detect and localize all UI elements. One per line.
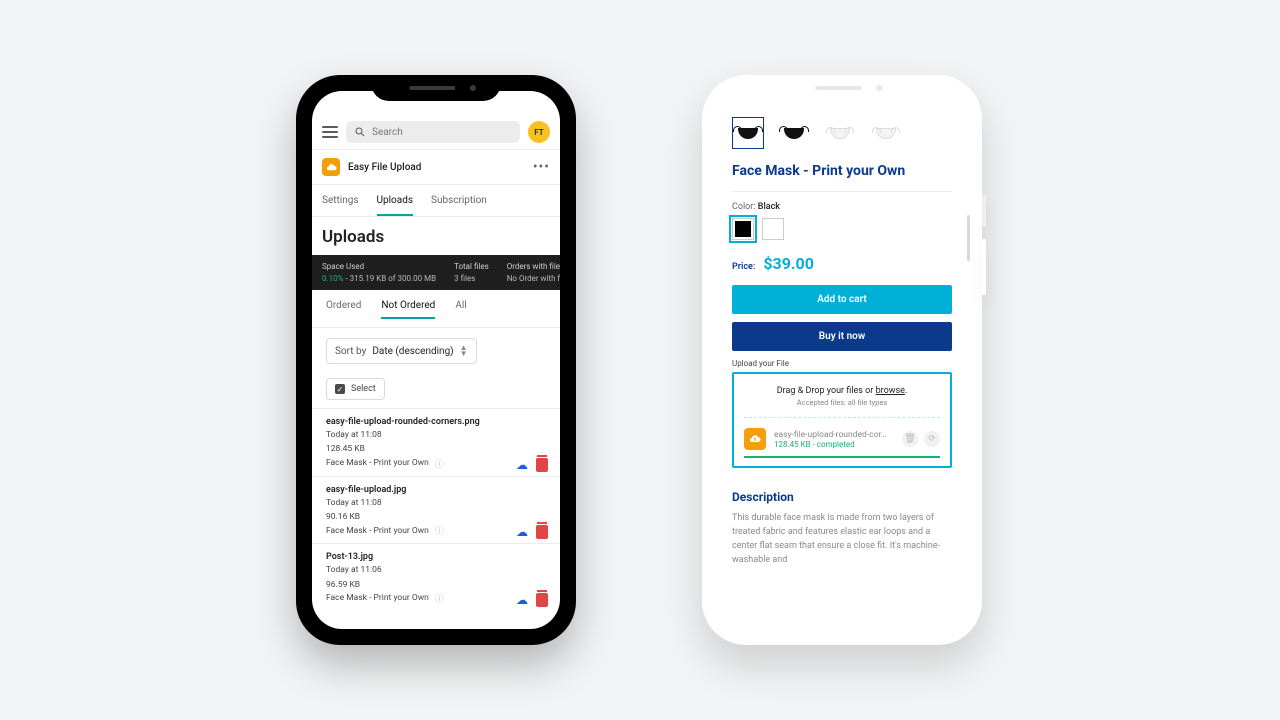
file-row[interactable]: Post-13.jpg Today at 11:06 96.59 KB Face… bbox=[312, 543, 560, 611]
file-name: easy-file-upload.jpg bbox=[326, 485, 546, 495]
swatch-black[interactable] bbox=[732, 218, 754, 240]
stats-bar: Space Used 0.10% - 315.19 KB of 300.00 M… bbox=[312, 255, 560, 290]
divider bbox=[732, 191, 952, 192]
tab-uploads[interactable]: Uploads bbox=[377, 185, 413, 216]
color-label-row: Color: Black bbox=[732, 202, 952, 212]
uploaded-file-name: easy-file-upload-rounded-cor… bbox=[774, 430, 894, 440]
info-icon[interactable]: ⓘ bbox=[435, 592, 444, 605]
tab-subscription[interactable]: Subscription bbox=[431, 185, 487, 216]
product-page: Face Mask - Print your Own Color: Black … bbox=[714, 87, 970, 633]
description-body: This durable face mask is made from two … bbox=[732, 512, 952, 568]
checkbox-icon: ✓ bbox=[335, 384, 345, 394]
cloud-upload-icon bbox=[744, 428, 766, 450]
dropzone-text: Drag & Drop your files or browse. bbox=[744, 384, 940, 396]
primary-tabs: Settings Uploads Subscription bbox=[312, 185, 560, 217]
filter-not-ordered[interactable]: Not Ordered bbox=[381, 300, 435, 319]
orders-with-files-label: Orders with files bbox=[507, 262, 560, 271]
color-value: Black bbox=[758, 202, 780, 212]
file-name: Post-13.jpg bbox=[326, 552, 546, 562]
price-row: Price: $39.00 bbox=[732, 254, 952, 273]
total-files-label: Total files bbox=[454, 262, 489, 271]
description-heading: Description bbox=[732, 490, 952, 504]
file-uploader[interactable]: Drag & Drop your files or browse. Accept… bbox=[732, 372, 952, 468]
thumbnail-1[interactable] bbox=[732, 117, 764, 149]
download-icon[interactable]: ☁ bbox=[516, 458, 528, 472]
filter-ordered[interactable]: Ordered bbox=[326, 300, 361, 319]
remove-file-icon[interactable]: 🗑 bbox=[902, 431, 918, 447]
sort-icon: ▲▼ bbox=[460, 345, 468, 357]
search-icon bbox=[354, 126, 366, 138]
admin-phone: Search FT Easy File Upload ••• Settings … bbox=[296, 75, 576, 645]
delete-icon[interactable] bbox=[536, 593, 548, 607]
file-date: Today at 11:08 bbox=[326, 497, 546, 509]
select-button[interactable]: ✓ Select bbox=[326, 378, 385, 400]
thumbnail-3[interactable] bbox=[824, 117, 856, 149]
search-input[interactable]: Search bbox=[346, 121, 520, 143]
file-size: 96.59 KB bbox=[326, 579, 546, 591]
reupload-file-icon[interactable]: ⟳ bbox=[924, 431, 940, 447]
space-used-detail: 315.19 KB of 300.00 MB bbox=[350, 274, 436, 283]
download-icon[interactable]: ☁ bbox=[516, 525, 528, 539]
add-to-cart-button[interactable]: Add to cart bbox=[732, 285, 952, 314]
file-product: Face Mask - Print your Own bbox=[326, 458, 429, 468]
space-used-percent: 0.10% bbox=[322, 274, 343, 283]
file-row[interactable]: easy-file-upload-rounded-corners.png Tod… bbox=[312, 408, 560, 476]
menu-icon[interactable] bbox=[322, 126, 338, 138]
browse-link[interactable]: browse bbox=[876, 386, 905, 396]
download-icon[interactable]: ☁ bbox=[516, 593, 528, 607]
price-label: Price: bbox=[732, 262, 755, 272]
filter-all[interactable]: All bbox=[455, 300, 466, 319]
buy-now-button[interactable]: Buy it now bbox=[732, 322, 952, 351]
page-title: Uploads bbox=[312, 217, 560, 255]
delete-icon[interactable] bbox=[536, 458, 548, 472]
scroll-indicator bbox=[967, 215, 970, 261]
accepted-types: Accepted files: all file types bbox=[744, 398, 940, 407]
product-title: Face Mask - Print your Own bbox=[732, 163, 952, 179]
file-row[interactable]: easy-file-upload.jpg Today at 11:08 90.1… bbox=[312, 476, 560, 544]
info-icon[interactable]: ⓘ bbox=[435, 457, 444, 470]
orders-with-files-value: No Order with files yet bbox=[507, 274, 560, 283]
search-placeholder: Search bbox=[372, 127, 403, 138]
file-name: easy-file-upload-rounded-corners.png bbox=[326, 417, 546, 427]
file-product: Face Mask - Print your Own bbox=[326, 593, 429, 603]
product-thumbnails bbox=[732, 117, 952, 149]
thumbnail-4[interactable] bbox=[870, 117, 902, 149]
delete-icon[interactable] bbox=[536, 525, 548, 539]
color-swatches bbox=[732, 218, 952, 240]
admin-app: Search FT Easy File Upload ••• Settings … bbox=[312, 91, 560, 629]
storefront-phone: Face Mask - Print your Own Color: Black … bbox=[702, 75, 982, 645]
thumbnail-2[interactable] bbox=[778, 117, 810, 149]
avatar[interactable]: FT bbox=[528, 121, 550, 143]
sort-dropdown[interactable]: Sort by Date (descending) ▲▼ bbox=[326, 338, 477, 364]
filter-tabs: Ordered Not Ordered All bbox=[312, 290, 560, 328]
file-list: easy-file-upload-rounded-corners.png Tod… bbox=[312, 408, 560, 629]
file-size: 90.16 KB bbox=[326, 511, 546, 523]
app-title-bar: Easy File Upload ••• bbox=[312, 149, 560, 185]
file-size: 128.45 KB bbox=[326, 443, 546, 455]
info-icon[interactable]: ⓘ bbox=[435, 524, 444, 537]
uploaded-file-status: 128.45 KB - completed bbox=[774, 440, 894, 449]
app-name: Easy File Upload bbox=[348, 162, 525, 173]
more-icon[interactable]: ••• bbox=[533, 160, 550, 174]
tab-settings[interactable]: Settings bbox=[322, 185, 359, 216]
file-date: Today at 11:06 bbox=[326, 564, 546, 576]
space-used-label: Space Used bbox=[322, 262, 436, 271]
app-icon bbox=[322, 158, 340, 176]
file-date: Today at 11:08 bbox=[326, 429, 546, 441]
price-value: $39.00 bbox=[763, 254, 814, 273]
uploaded-file: easy-file-upload-rounded-cor… 128.45 KB … bbox=[744, 428, 940, 458]
upload-label: Upload your File bbox=[732, 359, 952, 368]
swatch-white[interactable] bbox=[762, 218, 784, 240]
file-product: Face Mask - Print your Own bbox=[326, 526, 429, 536]
total-files-value: 3 files bbox=[454, 274, 489, 283]
